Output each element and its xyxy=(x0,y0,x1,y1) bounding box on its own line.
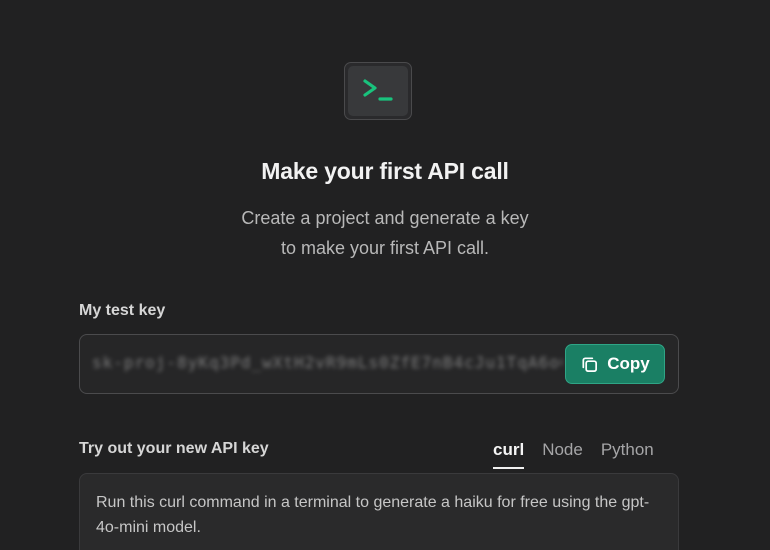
tab-node[interactable]: Node xyxy=(542,440,583,469)
code-description: Run this curl command in a terminal to g… xyxy=(96,494,650,536)
tab-python[interactable]: Python xyxy=(601,440,654,469)
language-tabs: curl Node Python xyxy=(493,440,654,469)
terminal-icon-tile xyxy=(344,62,412,120)
copy-icon xyxy=(582,356,598,372)
try-api-key-label: Try out your new API key xyxy=(79,440,269,457)
page-subtitle: Create a project and generate a key to m… xyxy=(241,208,529,258)
test-key-label: My test key xyxy=(79,302,166,319)
page-title: Make your first API call xyxy=(261,158,509,184)
test-key-value[interactable]: sk-proj-8yKq3Pd_wXtH2vR9mLs0ZfE7nB4cJu1T… xyxy=(92,353,562,377)
api-onboarding-panel: Make your first API call Create a projec… xyxy=(0,0,770,550)
copy-button-label: Copy xyxy=(607,354,650,373)
copy-button[interactable]: Copy xyxy=(565,344,665,384)
tab-curl[interactable]: curl xyxy=(493,440,525,469)
test-key-text: sk-proj-8yKq3Pd_wXtH2vR9mLs0ZfE7nB4cJu1T… xyxy=(92,353,562,372)
code-example-card: Run this curl command in a terminal to g… xyxy=(79,473,679,550)
test-key-field: sk-proj-8yKq3Pd_wXtH2vR9mLs0ZfE7nB4cJu1T… xyxy=(79,334,679,394)
terminal-icon xyxy=(363,79,393,101)
